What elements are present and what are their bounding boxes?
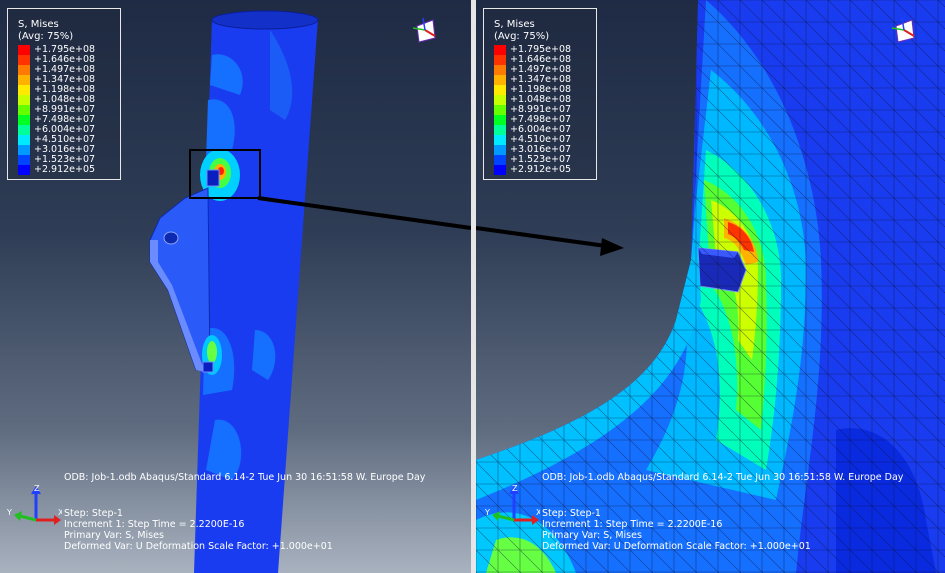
odb-info-line: ODB: Job-1.odb Abaqus/Standard 6.14-2 Tu… xyxy=(64,472,426,483)
stress-legend: S, Mises (Avg: 75%) +1.795e+08 +1.646e+0… xyxy=(483,8,597,180)
axis-label-y: Y xyxy=(484,508,490,517)
legend-swatch xyxy=(494,135,506,145)
legend-swatch xyxy=(18,155,30,165)
zoom-arrow xyxy=(476,226,607,248)
legend-swatch xyxy=(18,65,30,75)
legend-swatch xyxy=(494,65,506,75)
legend-swatch xyxy=(494,85,506,95)
bracket-plate xyxy=(149,187,211,371)
axis-triad: Z Y X xyxy=(484,484,540,525)
legend-swatch xyxy=(494,115,506,125)
axis-label-y: Y xyxy=(6,508,12,517)
step-line: Step: Step-1 xyxy=(542,508,601,519)
legend-swatch xyxy=(494,165,506,175)
zoom-arrow-head xyxy=(600,238,624,256)
legend-value: +2.912e+05 xyxy=(34,164,96,175)
stress-legend: S, Mises (Avg: 75%) +1.795e+08 +1.646e+0… xyxy=(7,8,121,180)
legend-subtitle: (Avg: 75%) xyxy=(18,31,74,42)
legend-swatch xyxy=(18,115,30,125)
legend-entry: +2.912e+05 xyxy=(494,165,571,175)
stress-hotspot xyxy=(207,341,217,363)
pipe-top-opening xyxy=(211,10,319,30)
increment-line: Increment 1: Step Time = 2.2200E-16 xyxy=(64,519,245,530)
deformed-var-line: Deformed Var: U Deformation Scale Factor… xyxy=(542,541,811,552)
legend-swatch xyxy=(18,165,30,175)
step-line: Step: Step-1 xyxy=(64,508,123,519)
legend-subtitle: (Avg: 75%) xyxy=(494,31,550,42)
legend-swatch xyxy=(18,55,30,65)
legend-swatch xyxy=(494,155,506,165)
legend-swatch xyxy=(18,95,30,105)
legend-swatch xyxy=(494,55,506,65)
odb-info-line: ODB: Job-1.odb Abaqus/Standard 6.14-2 Tu… xyxy=(542,472,904,483)
legend-swatch xyxy=(18,75,30,85)
deformed-var-line: Deformed Var: U Deformation Scale Factor… xyxy=(64,541,333,552)
axis-triad: Z Y X xyxy=(6,484,62,525)
axis-label-x: X xyxy=(58,508,62,517)
legend-title: S, Mises xyxy=(494,19,535,30)
legend-swatch xyxy=(18,45,30,55)
axis-label-z: Z xyxy=(512,484,518,493)
primary-var-line: Primary Var: S, Mises xyxy=(64,530,164,541)
legend-swatch xyxy=(494,95,506,105)
small-lug xyxy=(206,169,220,187)
legend-entry: +2.912e+05 xyxy=(18,165,95,175)
legend-swatch xyxy=(494,75,506,85)
legend-swatch xyxy=(494,145,506,155)
legend-value: +2.912e+05 xyxy=(510,164,572,175)
legend-swatch xyxy=(18,135,30,145)
view-orientation-icon xyxy=(412,17,436,43)
right-viewport[interactable]: S, Mises (Avg: 75%) +1.795e+08 +1.646e+0… xyxy=(476,0,945,573)
legend-swatch xyxy=(18,125,30,135)
axis-label-z: Z xyxy=(34,484,40,493)
legend-title: S, Mises xyxy=(18,19,59,30)
bracket-hole xyxy=(163,231,179,245)
left-viewport[interactable]: S, Mises (Avg: 75%) +1.795e+08 +1.646e+0… xyxy=(0,0,471,573)
legend-swatch xyxy=(18,85,30,95)
legend-swatch xyxy=(494,45,506,55)
small-lug xyxy=(202,361,214,373)
legend-swatch xyxy=(18,145,30,155)
legend-swatch xyxy=(18,105,30,115)
legend-swatch xyxy=(494,105,506,115)
primary-var-line: Primary Var: S, Mises xyxy=(542,530,642,541)
axis-label-x: X xyxy=(536,508,540,517)
legend-swatch xyxy=(494,125,506,135)
increment-line: Increment 1: Step Time = 2.2200E-16 xyxy=(542,519,723,530)
